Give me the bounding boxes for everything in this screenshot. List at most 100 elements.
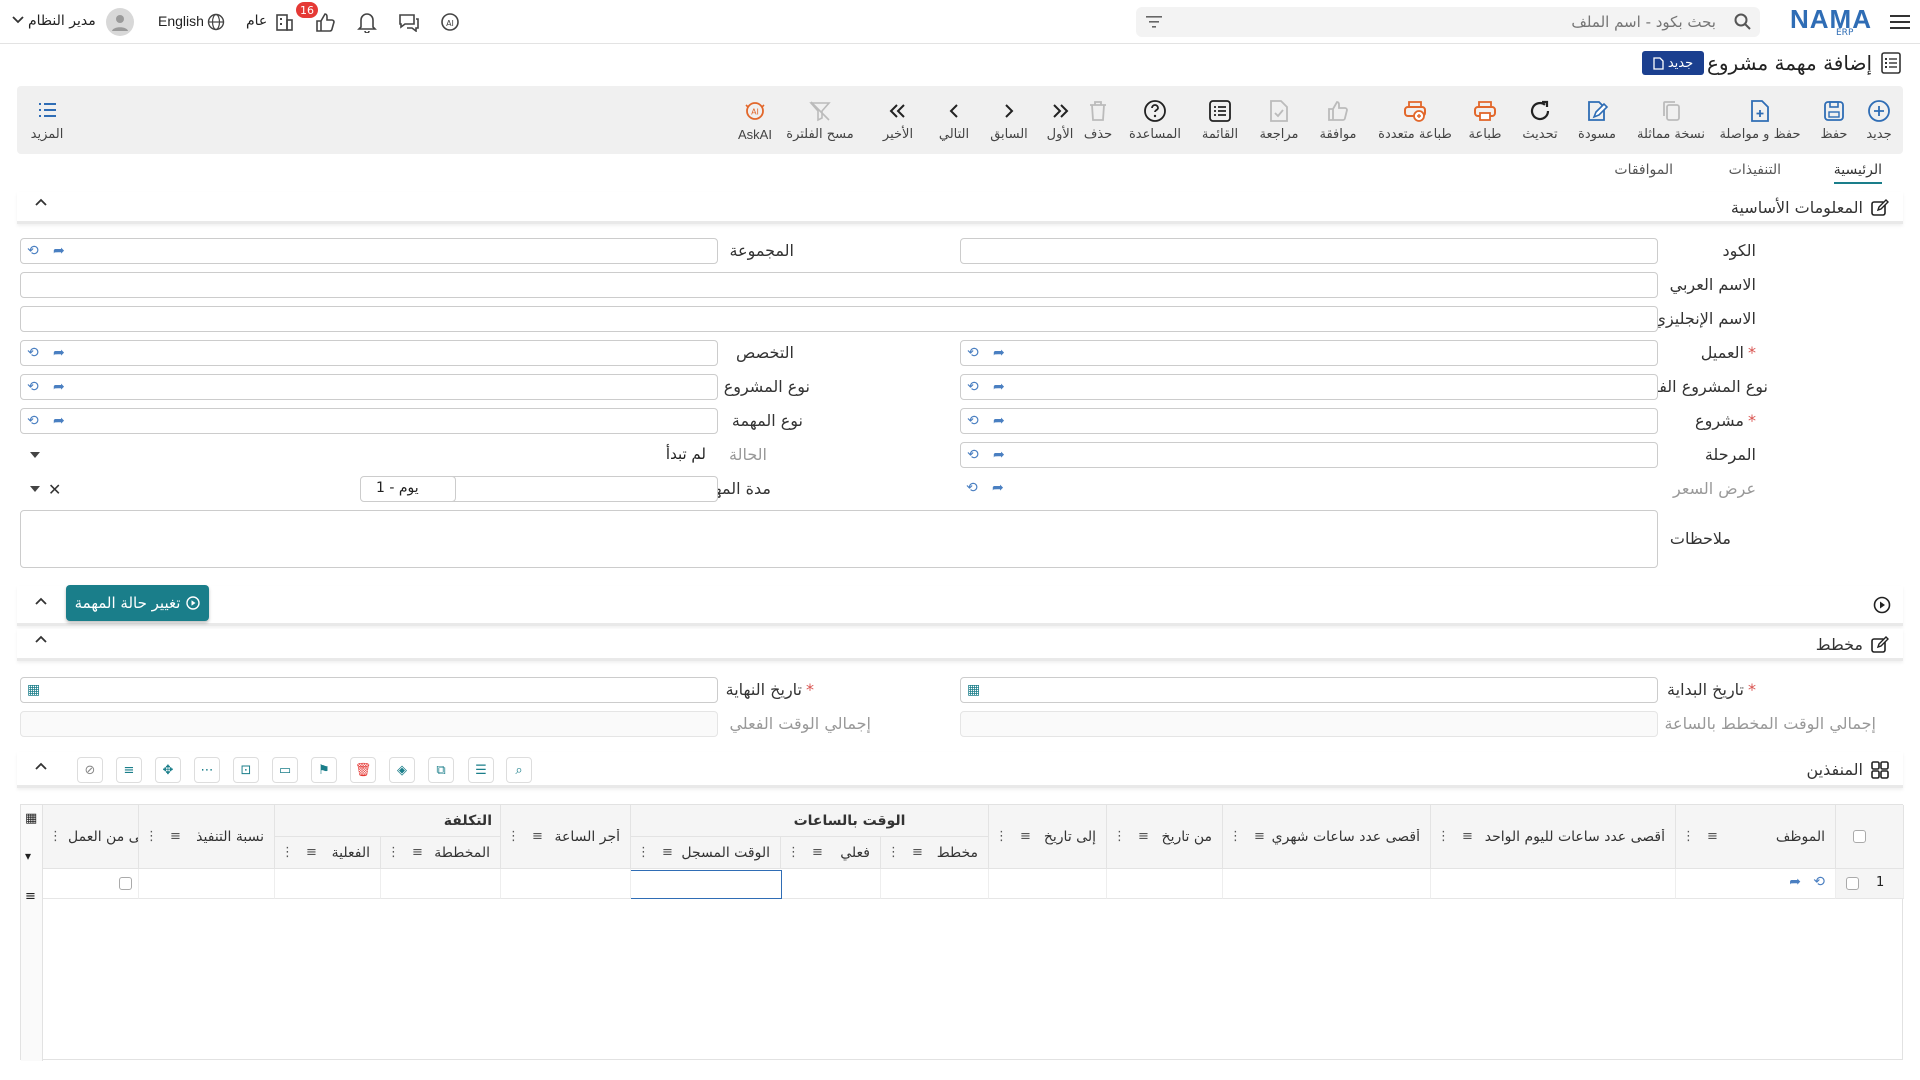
- end-date-picker[interactable]: ▦: [20, 677, 718, 703]
- grid-dots-icon[interactable]: ⋯: [194, 757, 220, 783]
- toolbar-btn-list[interactable]: القائمة: [1194, 86, 1246, 154]
- search-refresh-icon[interactable]: ⟲: [967, 413, 979, 429]
- hamburger-menu-icon[interactable]: [1888, 10, 1912, 34]
- header-actual[interactable]: ⋮ ≡ فعلي: [781, 837, 881, 869]
- column-filter-icon[interactable]: ≡: [806, 845, 829, 860]
- section-basic-info[interactable]: المعلومات الأساسية: [17, 192, 1903, 224]
- column-filter-icon[interactable]: ≡: [1132, 829, 1155, 844]
- cell-finished[interactable]: [43, 869, 139, 899]
- share-icon[interactable]: ➦: [1789, 874, 1801, 890]
- cell-exec-ratio[interactable]: [139, 869, 275, 899]
- share-icon[interactable]: ➦: [53, 379, 65, 395]
- collapse-chevron-icon[interactable]: [35, 635, 47, 643]
- grid-move-icon[interactable]: ✥: [155, 757, 181, 783]
- cell-employee[interactable]: ⟲ ➦: [1676, 869, 1836, 899]
- column-menu-icon[interactable]: ⋮: [139, 829, 164, 844]
- share-icon[interactable]: ➦: [993, 379, 1005, 395]
- toolbar-btn-refresh[interactable]: تحديث: [1516, 86, 1564, 154]
- search-refresh-icon[interactable]: ⟲: [27, 345, 39, 361]
- column-filter-icon[interactable]: ≡: [656, 845, 679, 860]
- collapse-chevron-icon[interactable]: [35, 597, 47, 605]
- change-task-status-button[interactable]: تغيير حالة المهمة: [66, 585, 209, 621]
- toolbar-btn-approve[interactable]: موافقة: [1310, 86, 1366, 154]
- search-refresh-icon[interactable]: ⟲: [27, 413, 39, 429]
- tab-executions[interactable]: التنفيذات: [1729, 162, 1781, 178]
- calendar-icon[interactable]: ▦: [967, 682, 980, 698]
- header-max-monthly[interactable]: ⋮ ≡ أقصى عدد ساعات شهري: [1223, 805, 1431, 869]
- cell-cost-actual[interactable]: [275, 869, 381, 899]
- grid-filter-icon[interactable]: ≡: [116, 757, 142, 783]
- share-icon[interactable]: ➦: [993, 345, 1005, 361]
- language-switch[interactable]: English: [158, 13, 204, 29]
- cell-hour-rate[interactable]: [501, 869, 631, 899]
- brand-logo[interactable]: NAMA ERP: [1790, 4, 1871, 40]
- search-input[interactable]: [1176, 7, 1716, 37]
- header-employee[interactable]: ⋮ ≡ الموظف: [1676, 805, 1836, 869]
- grid-copy-icon[interactable]: ⧉: [428, 757, 454, 783]
- search-refresh-icon[interactable]: ⟲: [27, 243, 39, 259]
- column-filter-icon[interactable]: ≡: [1014, 829, 1037, 844]
- code-input[interactable]: [960, 238, 1658, 264]
- toolbar-btn-save[interactable]: حفظ: [1814, 86, 1854, 154]
- column-filter-icon[interactable]: ≡: [406, 845, 429, 860]
- toolbar-btn-duplicate[interactable]: نسخة مماثلة: [1631, 86, 1711, 154]
- search-refresh-icon[interactable]: ⟲: [1813, 874, 1825, 890]
- column-menu-icon[interactable]: ⋮: [781, 845, 806, 860]
- column-menu-icon[interactable]: ⋮: [989, 829, 1014, 844]
- arabic-name-input[interactable]: [20, 272, 1658, 298]
- calendar-icon[interactable]: ▦: [27, 682, 40, 698]
- column-filter-icon[interactable]: ≡: [300, 845, 323, 860]
- select-all-checkbox[interactable]: [1853, 830, 1866, 843]
- task-type-lookup[interactable]: ➦ ⟲: [20, 408, 718, 434]
- share-icon[interactable]: ➦: [53, 413, 65, 429]
- toolbar-btn-more[interactable]: المزيد: [27, 86, 67, 154]
- clear-x-icon[interactable]: ✕: [48, 480, 61, 499]
- ai-bot-icon[interactable]: AI: [438, 10, 462, 34]
- toolbar-btn-ask-ai[interactable]: AI AskAI: [730, 86, 780, 154]
- grid-layers-icon[interactable]: ◈: [389, 757, 415, 783]
- column-menu-icon[interactable]: ⋮: [881, 845, 906, 860]
- table-settings-icon[interactable]: ▦: [25, 811, 37, 826]
- share-icon[interactable]: ➦: [993, 447, 1005, 463]
- column-filter-icon[interactable]: ≡: [164, 829, 187, 844]
- column-filter-icon[interactable]: ≡: [1248, 829, 1271, 844]
- grid-search-icon[interactable]: ⌕: [506, 757, 532, 783]
- share-icon[interactable]: ➦: [53, 345, 65, 361]
- header-planned[interactable]: ⋮ ≡ مخطط: [881, 837, 989, 869]
- toolbar-btn-save-continue[interactable]: حفظ و مواصلة: [1715, 86, 1805, 154]
- search-refresh-icon[interactable]: ⟲: [967, 345, 979, 361]
- cell-max-daily[interactable]: [1431, 869, 1676, 899]
- caret-down-icon[interactable]: [30, 486, 40, 492]
- column-filter-icon[interactable]: ≡: [906, 845, 929, 860]
- share-icon[interactable]: ➦: [993, 413, 1005, 429]
- filter-icon[interactable]: [1146, 15, 1162, 29]
- column-menu-icon[interactable]: ⋮: [275, 845, 300, 860]
- general-label[interactable]: عام: [246, 13, 267, 29]
- column-menu-icon[interactable]: ⋮: [1107, 829, 1132, 844]
- duration-unit-select[interactable]: 1 - يوم ✕: [20, 476, 456, 502]
- toolbar-btn-new[interactable]: جديد: [1860, 86, 1898, 154]
- column-menu-icon[interactable]: ⋮: [1431, 829, 1456, 844]
- column-menu-icon[interactable]: ⋮: [381, 845, 406, 860]
- header-cost-planned[interactable]: ⋮ ≡ المخططة: [381, 837, 501, 869]
- group-lookup[interactable]: ➦ ⟲: [20, 238, 718, 264]
- column-filter-icon[interactable]: ≡: [1456, 829, 1479, 844]
- search-icon[interactable]: [1734, 13, 1752, 31]
- company-building-icon[interactable]: [272, 10, 296, 34]
- header-hour-rate[interactable]: ⋮ ≡ أجر الساعة: [501, 805, 631, 869]
- filter-icon[interactable]: ▾: [25, 849, 31, 863]
- toolbar-btn-print[interactable]: طباعة: [1461, 86, 1509, 154]
- column-filter-icon[interactable]: ≡: [1701, 829, 1724, 844]
- finished-checkbox[interactable]: [119, 877, 132, 890]
- toolbar-btn-multi-print[interactable]: طباعة متعددة: [1373, 86, 1457, 154]
- column-menu-icon[interactable]: ⋮: [1223, 829, 1248, 844]
- toolbar-btn-first[interactable]: الأول: [1040, 86, 1080, 154]
- toolbar-btn-help[interactable]: المساعدة: [1123, 86, 1187, 154]
- customer-lookup[interactable]: ➦ ⟲: [960, 340, 1658, 366]
- tab-approvals[interactable]: الموافقات: [1614, 162, 1673, 178]
- menu-icon[interactable]: ≡: [25, 889, 36, 904]
- header-exec-ratio[interactable]: ⋮ ≡ نسبة التنفيذ: [139, 805, 275, 869]
- search-refresh-icon[interactable]: ⟲: [967, 379, 979, 395]
- duration-number-input[interactable]: [441, 476, 718, 502]
- globe-icon[interactable]: [205, 11, 227, 33]
